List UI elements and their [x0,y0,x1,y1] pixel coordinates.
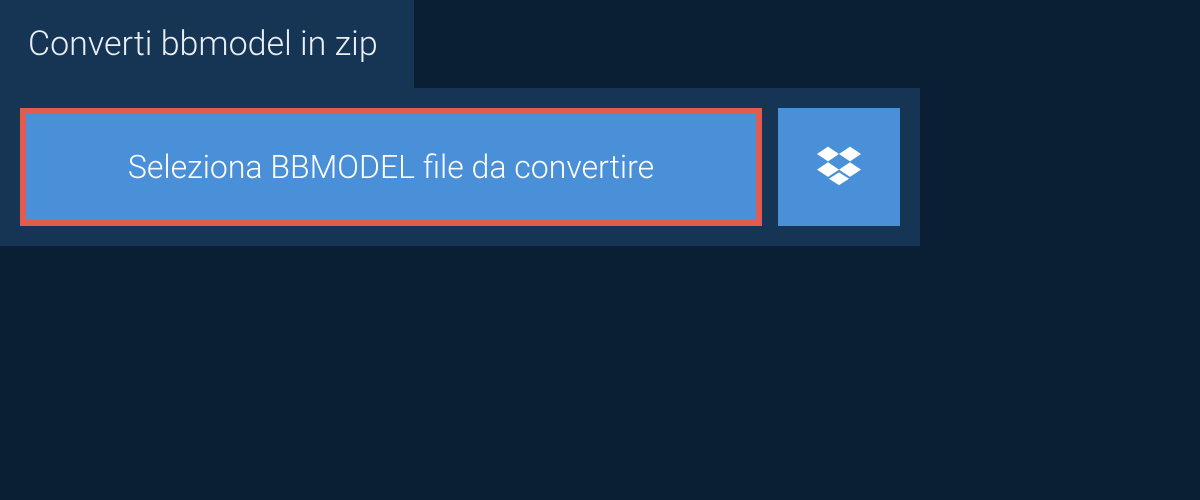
dropbox-button[interactable] [778,108,900,226]
dropbox-icon [817,143,861,191]
tab-label: Converti bbmodel in zip [28,24,378,64]
upload-panel: Seleziona BBMODEL file da convertire [0,88,920,246]
tab-bar: Converti bbmodel in zip [0,0,1200,88]
select-file-label: Seleziona BBMODEL file da convertire [128,148,654,186]
tab-convert-bbmodel-zip[interactable]: Converti bbmodel in zip [0,0,414,88]
select-file-button[interactable]: Seleziona BBMODEL file da convertire [20,108,762,226]
